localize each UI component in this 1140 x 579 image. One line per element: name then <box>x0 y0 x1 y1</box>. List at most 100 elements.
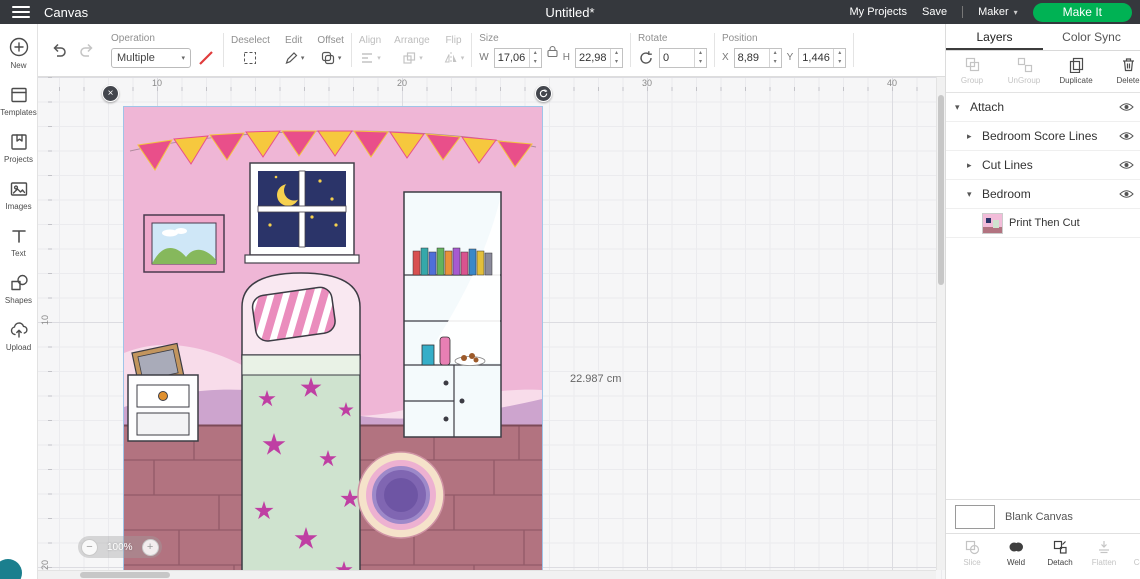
edit-toolbar: Operation Multiple ▾ Deselect Edit ▾ Off… <box>38 24 945 77</box>
deselect-button[interactable]: Deselect <box>225 35 276 66</box>
rotate-icon <box>539 89 548 98</box>
save-link[interactable]: Save <box>922 6 947 18</box>
eye-icon[interactable] <box>1119 102 1134 112</box>
chevron-down-icon: ▾ <box>181 54 185 62</box>
eye-icon[interactable] <box>1119 189 1134 199</box>
rotate-label: Rotate <box>637 32 668 44</box>
operation-select[interactable]: Multiple ▾ <box>111 47 191 68</box>
eye-icon[interactable] <box>1119 131 1134 141</box>
height-field[interactable] <box>575 48 610 67</box>
width-field[interactable] <box>494 48 529 67</box>
group-icon <box>965 57 979 72</box>
weld-button[interactable]: Weld <box>994 539 1038 579</box>
linetype-swatch[interactable] <box>196 48 216 68</box>
sidebar-item-images[interactable]: Images <box>0 179 37 211</box>
rotate-input[interactable]: ▴▾ <box>658 47 707 68</box>
bookshelf[interactable] <box>403 191 502 438</box>
bed[interactable] <box>238 272 361 579</box>
layer-row-attach[interactable]: ▾ Attach <box>946 93 1140 122</box>
height-input[interactable]: ▴▾ <box>574 47 623 68</box>
machine-name: Maker <box>978 6 1009 18</box>
sidebar-item-shapes[interactable]: Shapes <box>0 273 37 305</box>
horizontal-scrollbar-thumb[interactable] <box>80 572 170 578</box>
template-icon <box>10 87 27 103</box>
flip-icon <box>444 51 457 64</box>
duplicate-button[interactable]: Duplicate <box>1050 56 1102 92</box>
chevron-down-icon: ▾ <box>1013 7 1018 17</box>
x-field[interactable] <box>734 48 769 67</box>
layer-label: Cut Lines <box>982 158 1033 172</box>
tab-layers[interactable]: Layers <box>946 24 1043 50</box>
my-projects-link[interactable]: My Projects <box>850 6 907 18</box>
arrange-button: Arrange ▾ <box>388 35 436 66</box>
vertical-scrollbar[interactable] <box>936 77 945 570</box>
operation-label: Operation <box>111 32 155 44</box>
window[interactable] <box>244 162 360 264</box>
toolbar-divider <box>471 33 473 67</box>
bedroom-artwork[interactable] <box>123 106 543 579</box>
x-input[interactable]: ▴▾ <box>733 47 782 68</box>
duplicate-icon <box>1069 57 1083 73</box>
rug[interactable] <box>357 451 445 539</box>
delete-button[interactable]: Delete <box>1102 56 1140 92</box>
layer-label: Attach <box>970 100 1005 114</box>
tab-color-sync[interactable]: Color Sync <box>1043 24 1140 50</box>
rotate-field[interactable] <box>659 48 694 67</box>
x-label: X <box>721 52 729 63</box>
canvas-color-swatch[interactable] <box>955 504 995 529</box>
projects-icon <box>10 134 27 150</box>
edit-button[interactable]: Edit ▾ <box>277 35 311 66</box>
app-title: Canvas <box>44 4 89 20</box>
vertical-scrollbar-thumb[interactable] <box>938 95 944 285</box>
toolbar-divider <box>629 33 631 67</box>
picture-frame[interactable] <box>143 214 225 273</box>
blank-canvas-label: Blank Canvas <box>1005 510 1073 523</box>
y-input[interactable]: ▴▾ <box>798 47 847 68</box>
top-bar: Canvas Untitled* My Projects Save Maker … <box>0 0 1140 24</box>
height-stepper[interactable]: ▴ ▾ <box>609 48 622 67</box>
zoom-in-button[interactable]: + <box>141 538 159 556</box>
sidebar-item-templates[interactable]: Templates <box>0 85 37 117</box>
caret-down-icon[interactable]: ▾ <box>955 102 964 113</box>
detach-button[interactable]: Detach <box>1038 539 1082 579</box>
sidebar-item-text[interactable]: Text <box>0 226 37 258</box>
y-field[interactable] <box>799 48 834 67</box>
ungroup-icon <box>1017 57 1032 73</box>
layer-row-score-lines[interactable]: ▸ Bedroom Score Lines <box>946 122 1140 151</box>
detach-icon <box>1053 540 1067 554</box>
layer-row-cut-lines[interactable]: ▸ Cut Lines <box>946 151 1140 180</box>
redo-icon[interactable] <box>78 41 96 59</box>
rotate-icon[interactable] <box>638 50 654 66</box>
sidebar-item-projects[interactable]: Projects <box>0 132 37 164</box>
height-label: H <box>562 52 570 63</box>
rotate-stepper[interactable]: ▴ ▾ <box>693 48 706 67</box>
width-stepper[interactable]: ▴ ▾ <box>528 48 541 67</box>
layer-row-bedroom[interactable]: ▾ Bedroom <box>946 180 1140 209</box>
caret-right-icon[interactable]: ▸ <box>967 131 976 142</box>
sidebar-item-upload[interactable]: Upload <box>0 320 37 352</box>
document-title[interactable]: Untitled* <box>545 5 594 20</box>
x-stepper[interactable]: ▴ ▾ <box>768 48 781 67</box>
eye-icon[interactable] <box>1119 160 1134 170</box>
horizontal-scrollbar[interactable] <box>38 570 936 579</box>
make-it-button[interactable]: Make It <box>1032 2 1132 22</box>
sidebar-item-new[interactable]: New <box>0 36 37 70</box>
undo-icon[interactable] <box>50 41 68 59</box>
layer-row-print-then-cut[interactable]: Print Then Cut <box>946 209 1140 238</box>
flatten-icon <box>1099 541 1109 554</box>
y-stepper[interactable]: ▴ ▾ <box>833 48 845 67</box>
offset-button[interactable]: Offset ▾ <box>311 35 350 66</box>
caret-down-icon[interactable]: ▾ <box>967 189 976 200</box>
lock-icon[interactable] <box>547 45 558 58</box>
rotate-handle[interactable] <box>535 85 552 102</box>
machine-selector[interactable]: Maker ▾ <box>978 6 1018 18</box>
caret-right-icon[interactable]: ▸ <box>967 160 976 171</box>
menu-icon[interactable] <box>12 6 30 18</box>
width-input[interactable]: ▴▾ <box>493 47 542 68</box>
design-canvas[interactable]: 10 20 30 40 10 20 × 22.987 cm − 100% + <box>38 77 945 579</box>
design-space-app: Canvas Untitled* My Projects Save Maker … <box>0 0 1140 579</box>
shapes-icon <box>10 274 28 291</box>
layer-label: Bedroom Score Lines <box>982 129 1098 143</box>
remove-handle[interactable]: × <box>102 85 119 102</box>
zoom-out-button[interactable]: − <box>81 538 98 556</box>
